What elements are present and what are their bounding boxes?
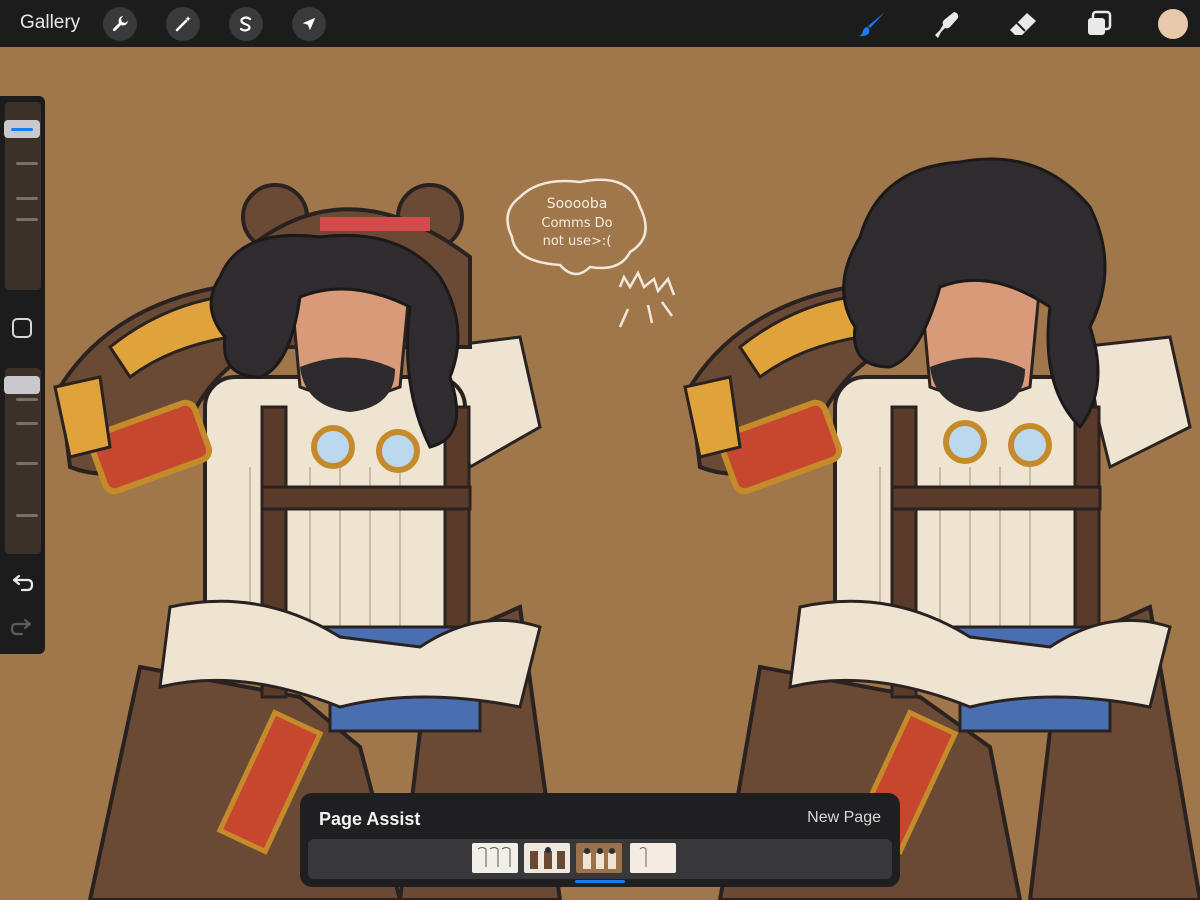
- slider-tick: [16, 197, 38, 200]
- sketch-note-line-3: not use>:(: [543, 234, 612, 249]
- transform-button[interactable]: [292, 7, 326, 41]
- arrow-cursor-icon: [302, 17, 316, 31]
- slider-tick: [16, 462, 38, 465]
- slider-tick: [16, 218, 38, 221]
- sketch-note-line-2: Comms Do: [541, 216, 612, 231]
- redo-button[interactable]: [10, 616, 34, 638]
- layers-icon: [1088, 10, 1112, 35]
- undo-icon: [12, 574, 34, 592]
- color-picker-button[interactable]: [1158, 9, 1188, 39]
- opacity-slider[interactable]: [5, 368, 41, 554]
- square-modifier-icon[interactable]: [12, 318, 32, 338]
- selection-button[interactable]: [229, 7, 263, 41]
- brush-icon: [859, 12, 885, 37]
- wrench-icon: [112, 16, 128, 32]
- page-assist-title: Page Assist: [319, 809, 421, 829]
- active-page-indicator: [575, 880, 625, 883]
- eraser-button[interactable]: [1006, 8, 1040, 40]
- smudge-finger-icon: [935, 12, 959, 38]
- page-thumbnail[interactable]: [524, 843, 570, 873]
- drawing-canvas[interactable]: Sooooba Comms Do not use>:(: [0, 47, 1200, 900]
- slider-tick: [16, 514, 38, 517]
- actions-button[interactable]: [103, 7, 137, 41]
- page-thumbnail-strip: [308, 839, 892, 879]
- slider-tick: [16, 398, 38, 401]
- magic-wand-icon: [175, 16, 191, 32]
- undo-button[interactable]: [10, 572, 34, 594]
- smudge-button[interactable]: [930, 8, 964, 40]
- brush-size-slider-thumb[interactable]: [4, 120, 40, 138]
- page-thumbnail[interactable]: [472, 843, 518, 873]
- gallery-button[interactable]: Gallery: [20, 12, 80, 34]
- adjustments-button[interactable]: [166, 7, 200, 41]
- sketch-note-line-1: Sooooba: [547, 196, 608, 212]
- eraser-icon: [1010, 13, 1036, 35]
- page-assist-panel: Page Assist New Page: [300, 793, 900, 887]
- top-toolbar: Gallery: [0, 0, 1200, 47]
- layers-button[interactable]: [1082, 8, 1116, 40]
- opacity-slider-thumb[interactable]: [4, 376, 40, 394]
- redo-icon: [10, 618, 32, 636]
- page-thumbnail[interactable]: [630, 843, 676, 873]
- selection-s-icon: [239, 16, 252, 32]
- slider-tick: [16, 422, 38, 425]
- new-page-button[interactable]: New Page: [807, 809, 881, 827]
- brush-button[interactable]: [856, 8, 890, 40]
- page-thumbnail-active[interactable]: [576, 843, 622, 873]
- slider-tick: [16, 162, 38, 165]
- left-sidebar: [0, 96, 45, 654]
